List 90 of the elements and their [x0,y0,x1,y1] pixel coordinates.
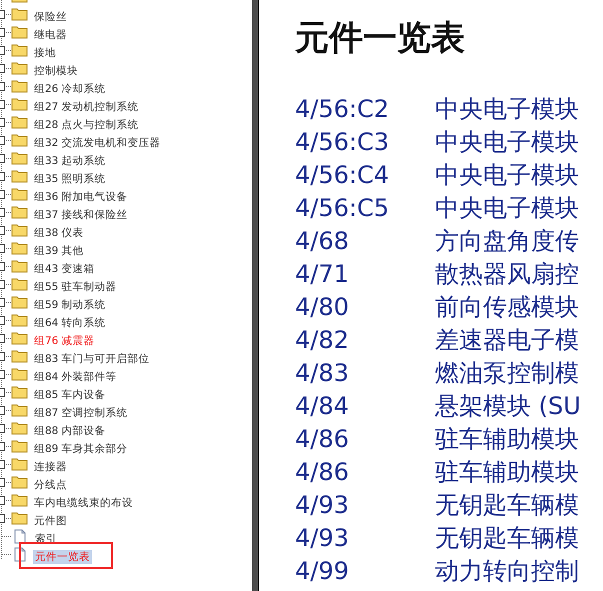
folder-icon [11,277,28,291]
component-code: 4/68 [295,226,350,254]
component-name: 中央电子模块 [435,126,579,158]
component-code: 4/86 [295,458,350,486]
tree-item[interactable]: 组33 起动系统 [32,154,108,168]
folder-icon [11,187,28,201]
folder-icon [11,241,28,255]
folder-icon [11,421,28,435]
component-code: 4/71 [295,260,350,288]
component-code: 4/82 [295,326,350,354]
component-code: 4/56:C2 [295,94,390,122]
component-code: 4/56:C3 [295,128,390,156]
component-name: 燃油泵控制模 [435,358,579,388]
tree-item[interactable]: 组35 照明系统 [32,172,108,186]
component-name: 差速器电子模 [435,324,579,356]
folder-icon [11,331,28,345]
tree-item[interactable]: 组36 附加电气设备 [32,190,130,204]
tree-item[interactable]: 保险丝 [32,10,69,24]
folder-icon [11,169,28,183]
tree-item[interactable]: 组89 车身其余部分 [32,442,130,456]
tree-item[interactable]: 连接器 [32,460,69,474]
tree-item[interactable]: 组85 车内设备 [32,388,108,402]
document-icon [14,528,26,544]
folder-icon [11,79,28,93]
folder-icon [11,403,28,417]
component-name: 无钥匙车辆模 [435,490,579,520]
tree-item[interactable]: 组39 其他 [32,244,86,258]
component-code: 4/80 [295,292,350,320]
folder-icon [11,385,28,399]
document-title: 元件一览表 [295,17,466,60]
folder-icon [11,43,28,57]
folder-icon [11,259,28,273]
tree-item[interactable]: 组27 发动机控制系统 [32,100,141,114]
folder-icon [11,133,28,147]
tree-item[interactable]: 控制模块 [32,64,80,78]
tree-item[interactable]: 车内电缆线束的布设 [32,496,135,510]
component-code: 4/56:C5 [295,194,390,222]
folder-icon [11,61,28,75]
component-code: 4/86 [295,424,350,452]
component-name: 驻车辅助模块 [435,456,579,488]
tree-item[interactable]: 组28 点火与控制系统 [32,118,141,132]
tree-item[interactable]: 组64 转向系统 [32,316,108,330]
folder-icon [11,223,28,237]
folder-icon [11,115,28,129]
component-code: 4/84 [295,392,350,420]
tree-item[interactable]: 组59 制动系统 [32,298,108,312]
component-name: 中央电子模块 [435,94,579,124]
tree-item[interactable]: 组87 空调控制系统 [32,406,130,420]
tree-item[interactable]: 组38 仪表 [32,226,86,240]
tree-item[interactable]: 接地 [32,46,58,60]
tree-item[interactable]: 组76 减震器 [32,334,97,348]
folder-icon [11,349,28,363]
component-name: 悬架模块 (SU [435,390,581,422]
component-name: 中央电子模块 [435,192,579,224]
folder-icon [11,97,28,111]
tree-item[interactable]: 组55 驻车制动器 [32,280,119,294]
folder-icon [11,367,28,381]
tree-item[interactable]: 分线点 [32,478,69,492]
tree-item[interactable]: 继电器 [32,28,69,42]
component-code: 4/56:C4 [295,160,390,188]
component-code: 4/93 [295,490,350,518]
folder-icon [11,457,28,471]
folder-icon [11,493,28,507]
tree-item[interactable]: 组84 外装部件等 [32,370,119,384]
tree-item[interactable]: 元件图 [32,514,69,528]
component-name: 无钥匙车辆模 [435,522,579,554]
component-name: 动力转向控制 [435,556,579,586]
component-name: 中央电子模块 [435,160,579,190]
folder-icon [11,7,28,21]
folder-icon [11,475,28,489]
component-code: 4/99 [295,556,350,584]
component-code: 4/93 [295,524,350,552]
folder-icon [11,151,28,165]
folder-icon [11,295,28,309]
tree-item[interactable]: 组32 交流发电机和变压器 [32,136,163,150]
tree-item[interactable]: 组37 接线和保险丝 [32,208,130,222]
component-code: 4/83 [295,358,350,386]
tree-item[interactable]: 组83 车门与可开启部位 [32,352,152,366]
component-name: 前向传感模块 [435,292,579,322]
component-name: 驻车辅助模块 [435,424,579,454]
component-name: 方向盘角度传 [435,226,579,256]
folder-icon [11,205,28,219]
tree-item[interactable]: 组88 内部设备 [32,424,108,438]
folder-icon [11,511,28,525]
component-name: 散热器风扇控 [435,258,579,290]
folder-icon [11,439,28,453]
tree-item[interactable]: 组43 变速箱 [32,262,97,276]
folder-icon [11,25,28,39]
folder-icon [11,313,28,327]
tree-item[interactable]: 组26 冷却系统 [32,82,108,96]
